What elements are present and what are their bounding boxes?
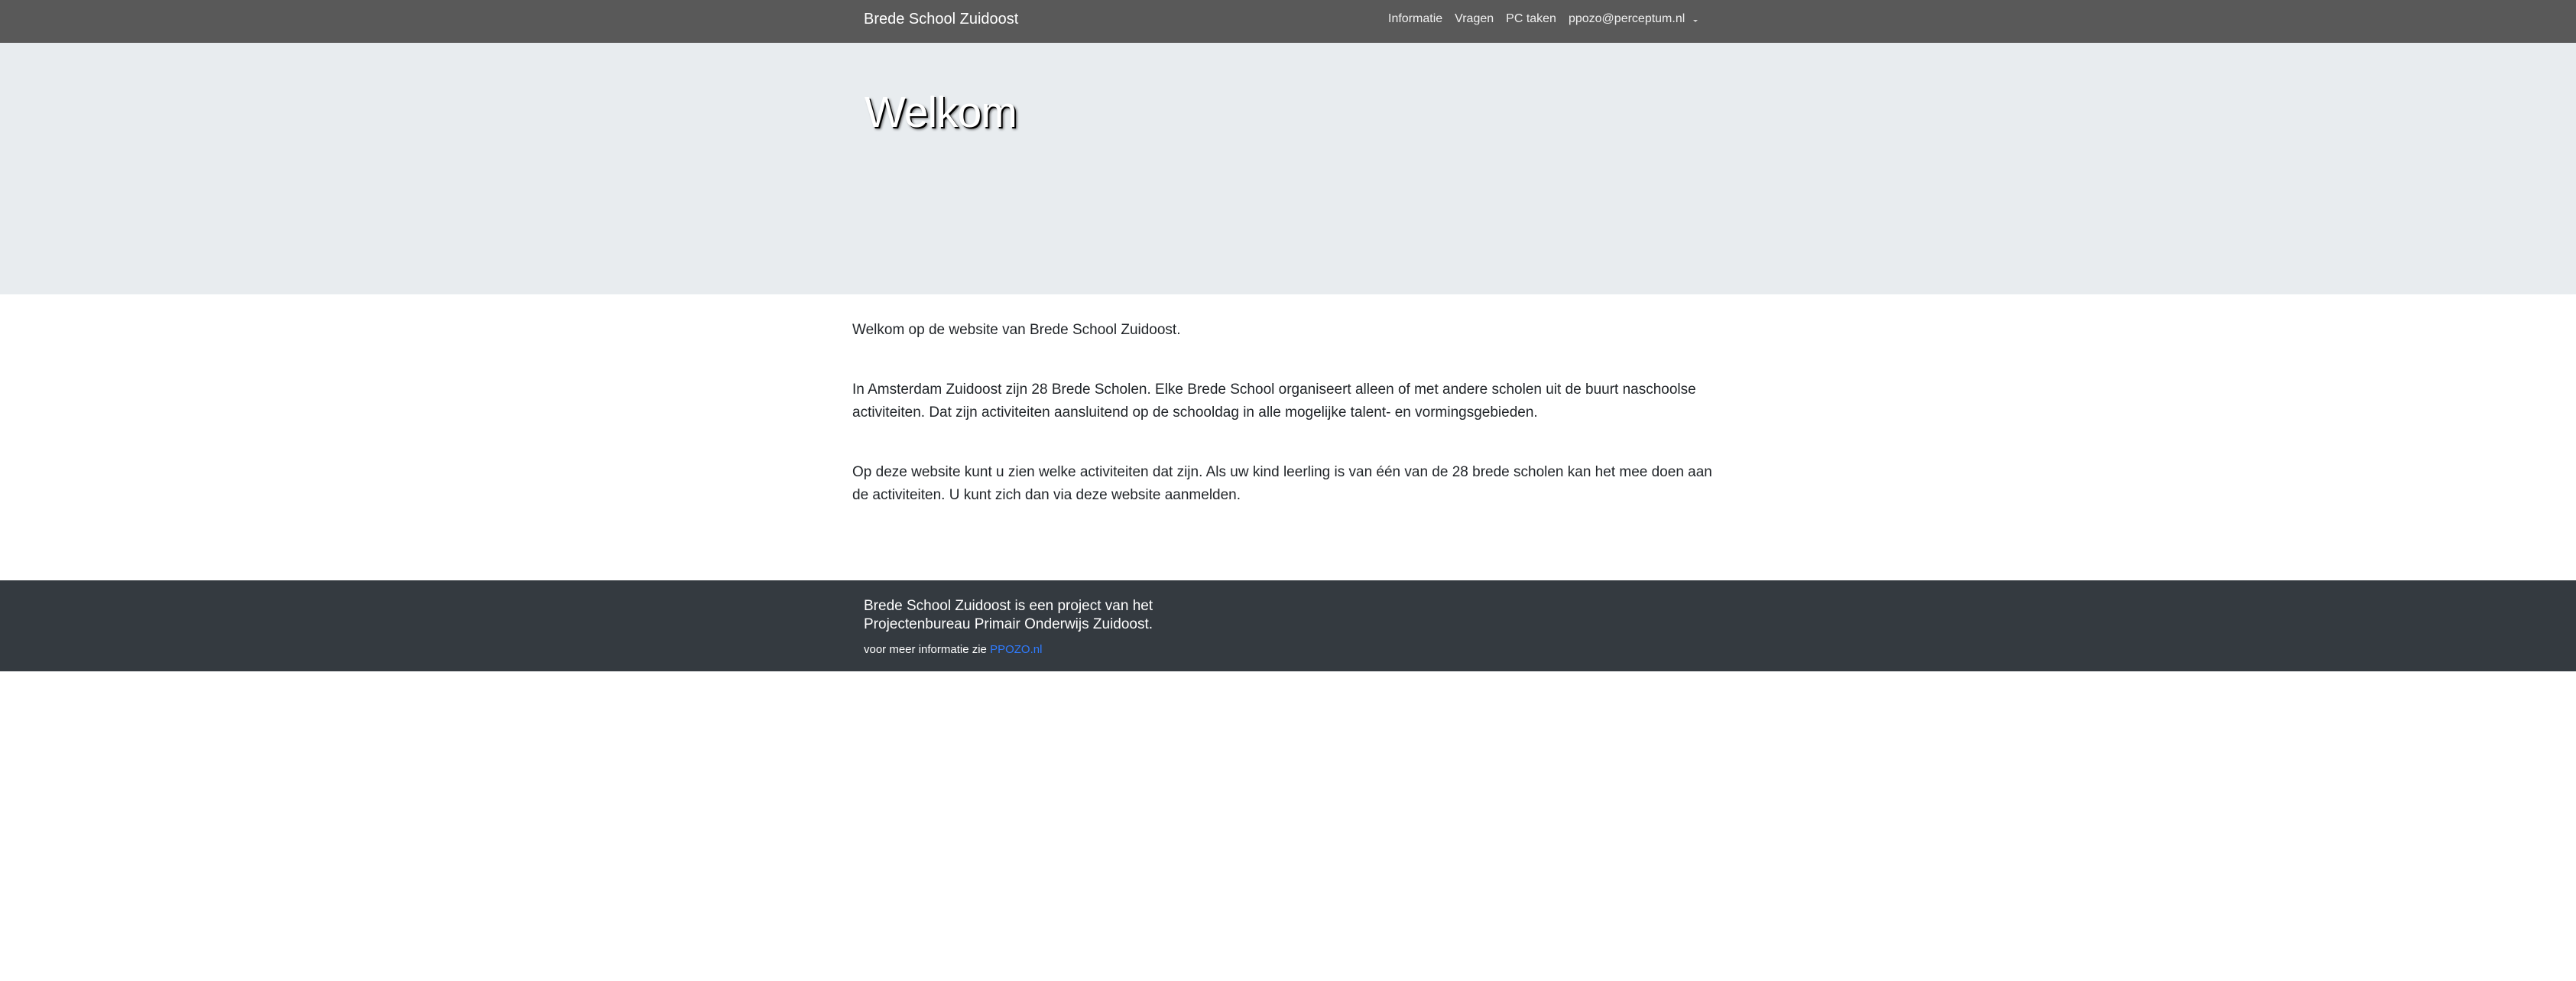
footer-more-info: voor meer informatie zie PPOZO.nl <box>864 643 1042 656</box>
ppozo-link[interactable]: PPOZO.nl <box>990 643 1042 656</box>
intro-paragraph: Welkom op de website van Brede School Zu… <box>852 322 1181 338</box>
nav-item-vragen[interactable]: Vragen <box>1455 12 1494 26</box>
activities-paragraph: Op deze website kunt u zien welke activi… <box>852 464 1712 503</box>
caret-down-icon <box>1692 20 1698 22</box>
navbar: Brede School Zuidoost Informatie Vragen … <box>0 0 2576 43</box>
footer-tagline: Brede School Zuidoost is een project van… <box>864 598 1153 632</box>
nav-item-informatie[interactable]: Informatie <box>1388 12 1442 26</box>
account-email: ppozo@perceptum.nl <box>1568 12 1685 25</box>
footer: Brede School Zuidoost is een project van… <box>0 580 2576 671</box>
account-dropdown[interactable]: ppozo@perceptum.nl <box>1569 12 1698 26</box>
hero-jumbotron: Welkom <box>0 43 2576 294</box>
nav-item-pc-taken[interactable]: PC taken <box>1506 12 1556 26</box>
page-title: Welkom <box>865 88 1017 137</box>
schools-paragraph: In Amsterdam Zuidoost zijn 28 Brede Scho… <box>852 382 1696 421</box>
footer-more-prefix: voor meer informatie zie <box>864 643 987 656</box>
brand-link[interactable]: Brede School Zuidoost <box>864 11 1018 28</box>
nav-menu: Informatie Vragen PC taken ppozo@percept… <box>1388 12 1698 26</box>
